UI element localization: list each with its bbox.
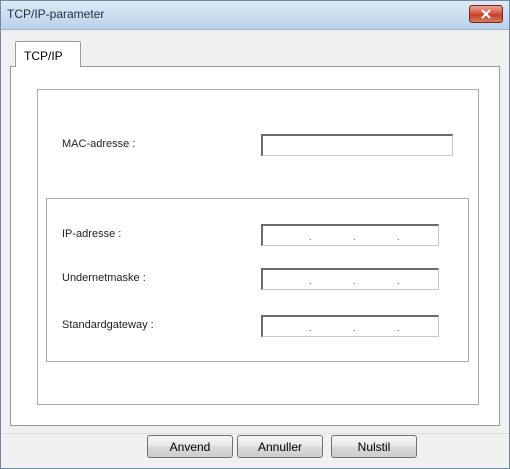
ip-address-field[interactable]: . . . xyxy=(261,224,439,246)
title-bar: TCP/IP-parameter xyxy=(1,1,509,30)
subnet-label: Undernetmaske : xyxy=(62,272,146,284)
ip-separator: . xyxy=(353,232,356,242)
divider xyxy=(1,433,509,434)
ip-separator: . xyxy=(397,323,400,333)
ip-separator: . xyxy=(309,323,312,333)
tab-tcpip[interactable]: TCP/IP xyxy=(15,41,81,67)
close-icon xyxy=(481,9,491,19)
subnet-mask-field[interactable]: . . . xyxy=(261,268,439,290)
ip-separator: . xyxy=(397,232,400,242)
ip-separator: . xyxy=(353,276,356,286)
cancel-button[interactable]: Annuller xyxy=(237,435,323,458)
gateway-label: Standardgateway : xyxy=(62,319,154,331)
mac-field[interactable] xyxy=(261,134,453,156)
dialog-window: TCP/IP-parameter TCP/IP MAC-adresse : IP… xyxy=(0,0,510,469)
ip-separator: . xyxy=(309,232,312,242)
ip-label: IP-adresse : xyxy=(62,228,122,240)
close-button[interactable] xyxy=(469,5,503,23)
ip-separator: . xyxy=(309,276,312,286)
window-title: TCP/IP-parameter xyxy=(7,7,105,21)
default-gateway-field[interactable]: . . . xyxy=(261,315,439,337)
apply-button[interactable]: Anvend xyxy=(147,435,233,458)
mac-label: MAC-adresse : xyxy=(62,138,136,150)
reset-button[interactable]: Nulstil xyxy=(331,435,417,458)
mac-input[interactable] xyxy=(265,137,448,152)
tab-label: TCP/IP xyxy=(24,49,63,63)
ip-separator: . xyxy=(397,276,400,286)
ip-separator: . xyxy=(353,323,356,333)
